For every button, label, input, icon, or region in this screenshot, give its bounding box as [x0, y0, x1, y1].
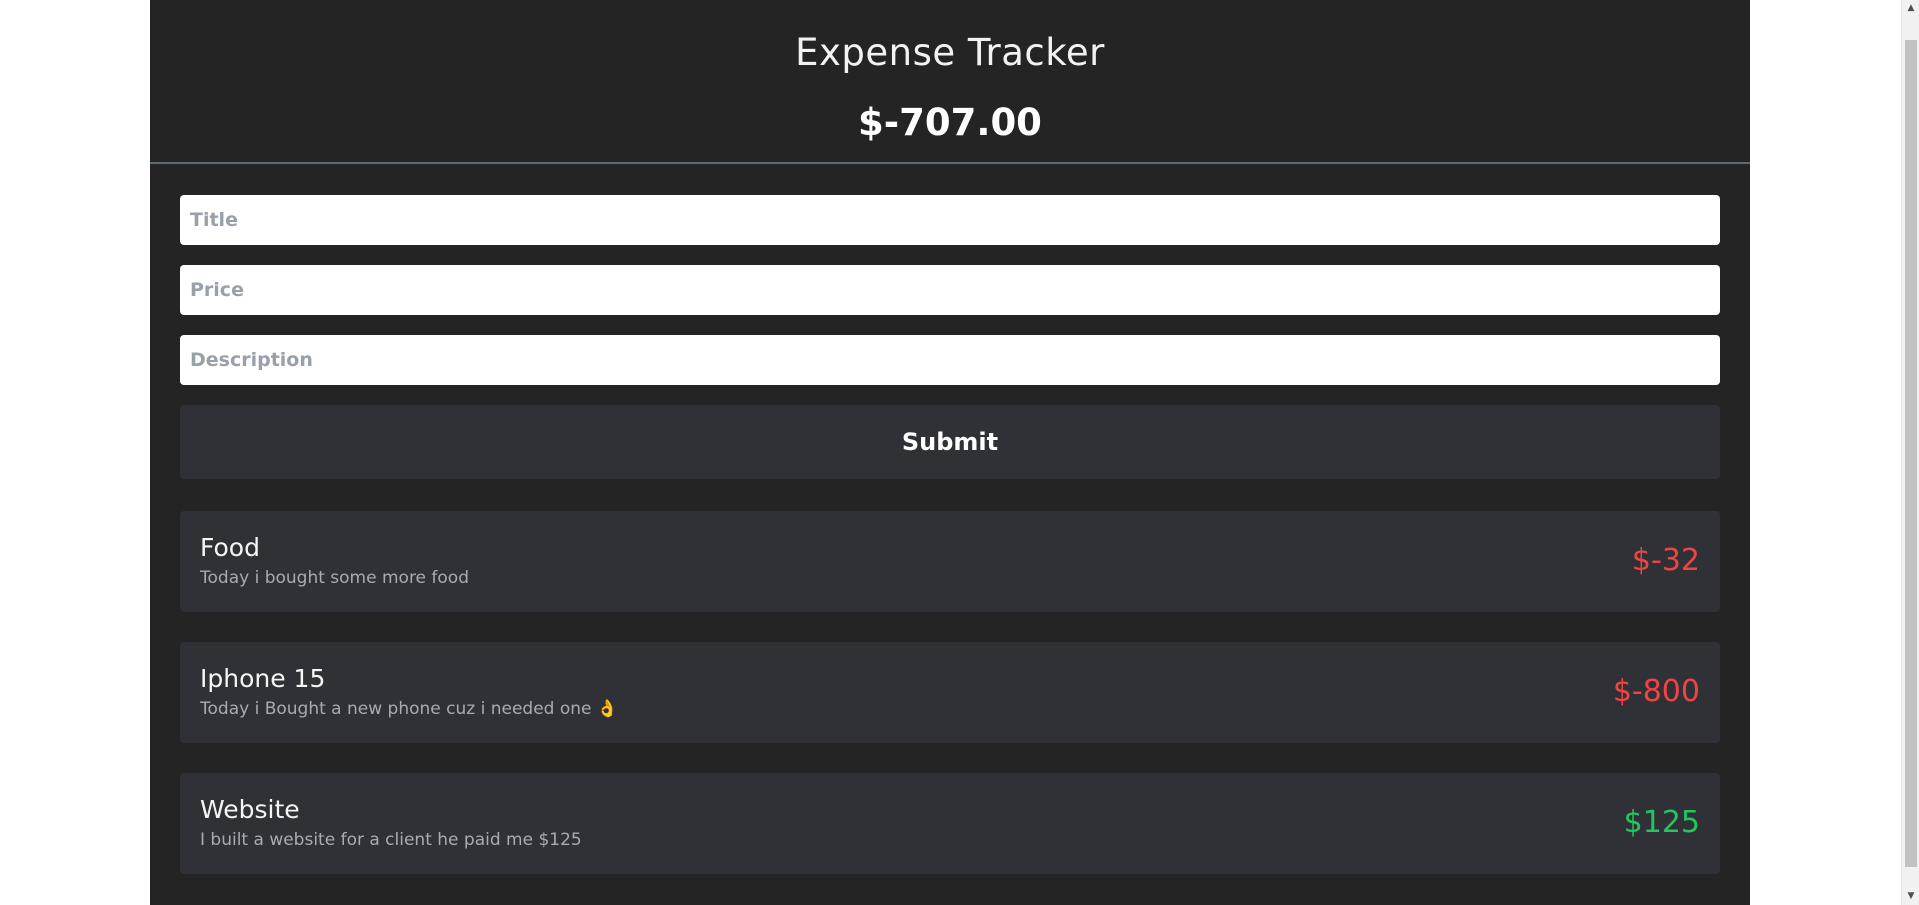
page: Expense Tracker $-707.00 Submit Food Tod…	[0, 0, 1919, 905]
expense-item-iphone: Iphone 15 Today i Bought a new phone cuz…	[180, 642, 1720, 743]
expense-title: Iphone 15	[200, 664, 326, 693]
title-input[interactable]	[180, 195, 1720, 245]
expense-description: I built a website for a client he paid m…	[200, 830, 582, 850]
expense-list: Food Today i bought some more food $-32 …	[180, 511, 1720, 904]
expense-title: Food	[200, 533, 260, 562]
expense-amount: $125	[1623, 805, 1700, 840]
expense-tracker-app: Expense Tracker $-707.00 Submit Food Tod…	[150, 0, 1750, 905]
expense-item-website: Website I built a website for a client h…	[180, 773, 1720, 874]
submit-button[interactable]: Submit	[180, 405, 1720, 479]
scrollbar-thumb[interactable]	[1905, 40, 1917, 867]
expense-description: Today i Bought a new phone cuz i needed …	[200, 699, 619, 719]
chevron-down-icon[interactable]: ▼	[1902, 888, 1919, 905]
balance-total: $-707.00	[858, 101, 1042, 144]
expense-title: Website	[200, 795, 300, 824]
expense-amount: $-32	[1631, 543, 1700, 578]
description-input[interactable]	[180, 335, 1720, 385]
header: Expense Tracker $-707.00	[150, 0, 1750, 164]
vertical-scrollbar[interactable]: ▲ ▼	[1901, 0, 1919, 905]
expense-amount: $-800	[1612, 674, 1700, 709]
chevron-up-icon[interactable]: ▲	[1902, 0, 1919, 17]
expense-form: Submit	[180, 195, 1720, 479]
expense-item-food: Food Today i bought some more food $-32	[180, 511, 1720, 612]
price-input[interactable]	[180, 265, 1720, 315]
app-title: Expense Tracker	[795, 31, 1105, 74]
expense-description: Today i bought some more food	[200, 568, 469, 588]
